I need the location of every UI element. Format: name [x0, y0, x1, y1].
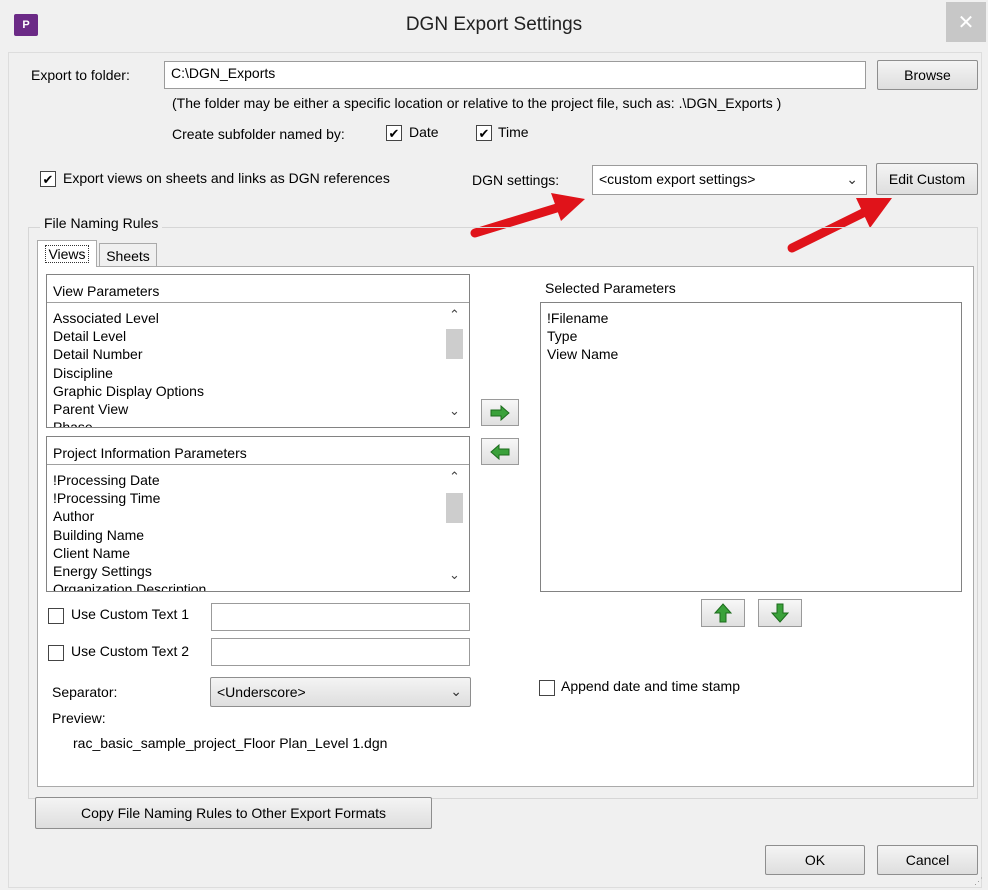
tab-views[interactable]: Views [37, 240, 97, 267]
resize-grip-icon[interactable]: ⋰ [974, 876, 983, 887]
view-parameters-list[interactable]: View Parameters Associated Level Detail … [46, 274, 470, 428]
export-references-label: Export views on sheets and links as DGN … [63, 170, 390, 186]
view-parameters-scrollbar[interactable]: ⌃ ⌄ [445, 303, 463, 427]
remove-parameter-button[interactable] [481, 438, 519, 465]
close-icon: ✕ [957, 11, 975, 34]
list-item[interactable]: View Name [547, 345, 618, 363]
file-naming-label: File Naming Rules [40, 215, 163, 231]
add-parameter-button[interactable] [481, 399, 519, 426]
append-timestamp-checkbox[interactable] [539, 680, 555, 696]
folder-hint: (The folder may be either a specific loc… [172, 95, 782, 111]
scroll-thumb[interactable] [446, 329, 463, 359]
view-parameters-header: View Parameters [47, 275, 469, 303]
browse-button[interactable]: Browse [877, 60, 978, 90]
custom-text-1-input[interactable] [211, 603, 470, 631]
tab-sheets-label: Sheets [106, 247, 150, 264]
time-checkbox[interactable]: ✔ [476, 125, 492, 141]
list-item[interactable]: Client Name [53, 544, 206, 562]
list-item[interactable]: Organization Description [53, 580, 206, 591]
list-item[interactable]: Author [53, 507, 206, 525]
custom-text-2-input[interactable] [211, 638, 470, 666]
scroll-down-icon[interactable]: ⌄ [449, 567, 460, 583]
scroll-thumb[interactable] [446, 493, 463, 523]
export-folder-input[interactable]: C:\DGN_Exports [164, 61, 866, 89]
list-item[interactable]: Detail Level [53, 327, 204, 345]
cancel-button[interactable]: Cancel [877, 845, 978, 875]
chevron-down-icon: ⌄ [450, 683, 462, 699]
check-icon: ✔ [478, 125, 490, 141]
list-item[interactable]: Associated Level [53, 309, 204, 327]
list-item[interactable]: Parent View [53, 400, 204, 418]
list-item[interactable]: Detail Number [53, 345, 204, 363]
custom-text-1-checkbox[interactable] [48, 608, 64, 624]
separator-label: Separator: [52, 684, 118, 700]
project-parameters-scrollbar[interactable]: ⌃ ⌄ [445, 465, 463, 591]
append-timestamp-label: Append date and time stamp [561, 678, 741, 694]
view-parameters-items: Associated Level Detail Level Detail Num… [53, 309, 204, 427]
date-checkbox[interactable]: ✔ [386, 125, 402, 141]
list-item[interactable]: !Processing Date [53, 471, 206, 489]
list-item[interactable]: Energy Settings [53, 562, 206, 580]
list-item[interactable]: Graphic Display Options [53, 382, 204, 400]
list-item[interactable]: !Processing Time [53, 489, 206, 507]
selected-parameters-list[interactable]: !Filename Type View Name [540, 302, 962, 592]
arrow-down-icon [771, 603, 789, 623]
move-up-button[interactable] [701, 599, 745, 627]
time-label: Time [498, 124, 529, 140]
list-item[interactable]: Phase [53, 418, 204, 427]
export-references-checkbox[interactable]: ✔ [40, 171, 56, 187]
preview-value: rac_basic_sample_project_Floor Plan_Leve… [73, 735, 388, 751]
project-parameters-list[interactable]: Project Information Parameters !Processi… [46, 436, 470, 592]
check-icon: ✔ [388, 125, 400, 141]
scroll-up-icon[interactable]: ⌃ [449, 469, 460, 485]
list-item[interactable]: Type [547, 327, 618, 345]
date-label: Date [409, 124, 439, 140]
check-icon: ✔ [42, 171, 54, 187]
list-item[interactable]: Discipline [53, 364, 204, 382]
window-title: DGN Export Settings [405, 14, 583, 35]
selected-parameters-items: !Filename Type View Name [547, 309, 618, 364]
separator-value: <Underscore> [217, 684, 306, 700]
scroll-up-icon[interactable]: ⌃ [449, 307, 460, 323]
list-item[interactable]: Building Name [53, 526, 206, 544]
copy-naming-rules-button[interactable]: Copy File Naming Rules to Other Export F… [35, 797, 432, 829]
scroll-down-icon[interactable]: ⌄ [449, 403, 460, 419]
dgn-settings-value: <custom export settings> [599, 171, 756, 187]
close-button[interactable]: ✕ [946, 2, 986, 42]
tab-views-label: Views [45, 245, 89, 263]
subfolder-label: Create subfolder named by: [172, 126, 345, 142]
custom-text-2-checkbox[interactable] [48, 645, 64, 661]
preview-label: Preview: [52, 710, 106, 726]
selected-parameters-header: Selected Parameters [545, 280, 676, 296]
arrow-up-icon [714, 603, 732, 623]
export-folder-label: Export to folder: [31, 67, 130, 83]
custom-text-1-label: Use Custom Text 1 [71, 606, 190, 622]
separator-dropdown[interactable]: <Underscore> ⌄ [210, 677, 471, 707]
custom-text-2-label: Use Custom Text 2 [71, 643, 190, 659]
project-parameters-items: !Processing Date !Processing Time Author… [53, 471, 206, 591]
arrow-right-icon [490, 404, 510, 421]
list-item[interactable]: !Filename [547, 309, 618, 327]
ok-button[interactable]: OK [765, 845, 865, 875]
tab-sheets[interactable]: Sheets [99, 243, 157, 267]
project-parameters-header: Project Information Parameters [47, 437, 469, 465]
move-down-button[interactable] [758, 599, 802, 627]
chevron-down-icon: ⌄ [846, 171, 858, 187]
arrow-left-icon [490, 443, 510, 460]
